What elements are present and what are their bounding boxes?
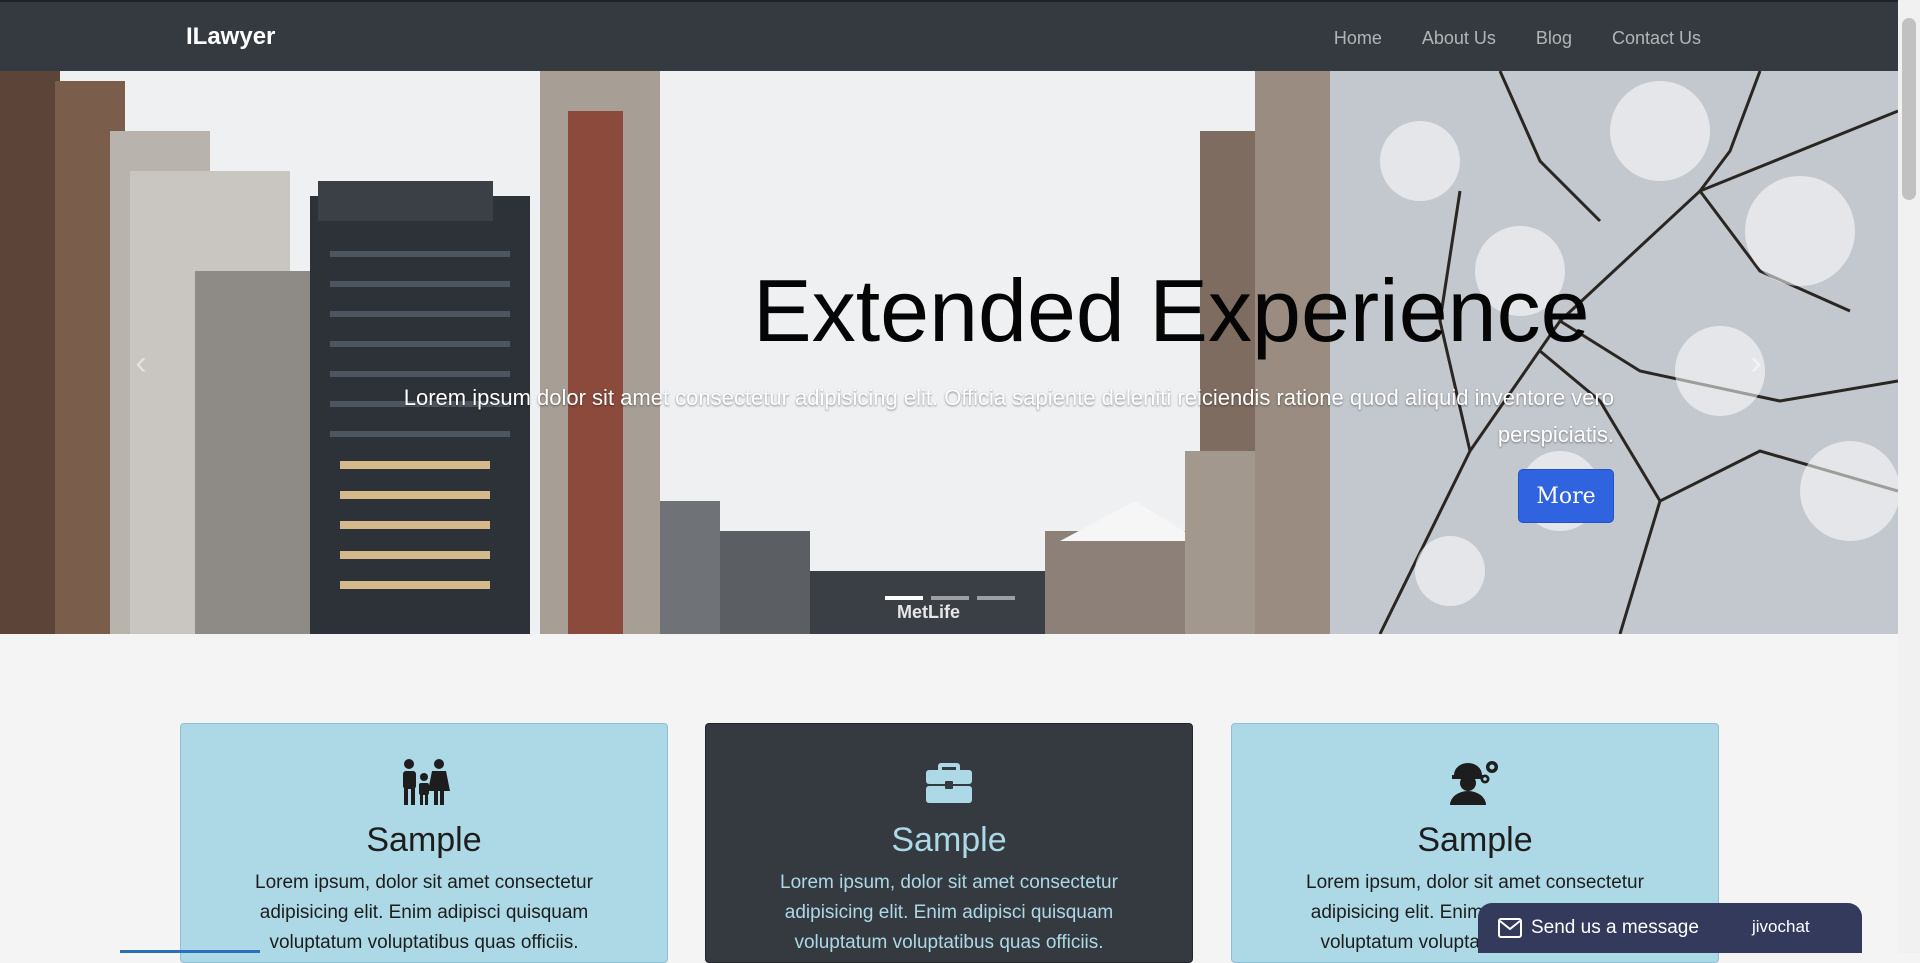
service-card-title: Sample	[1417, 821, 1533, 859]
carousel-indicator-2[interactable]	[931, 596, 969, 600]
carousel-indicators	[885, 596, 1015, 600]
engineer-gears-icon	[1450, 761, 1498, 805]
carousel-indicator-3[interactable]	[977, 596, 1015, 600]
service-card-text: Lorem ipsum, dolor sit amet consectetur …	[255, 872, 593, 953]
service-card-text: Lorem ipsum, dolor sit amet consectetur …	[780, 872, 1118, 953]
nav-link-contact-us[interactable]: Contact Us	[1612, 26, 1701, 50]
chevron-right-icon: ›	[1750, 344, 1762, 382]
navbar: ILawyer Home About Us Blog Contact Us	[0, 0, 1898, 71]
briefcase-icon	[926, 763, 972, 803]
family-icon	[403, 759, 450, 805]
carousel-indicator-1[interactable]	[885, 596, 923, 600]
service-card-title: Sample	[891, 821, 1007, 859]
hero-text: Lorem ipsum dolor sit amet consectetur a…	[403, 385, 1614, 447]
hero-title: Extended Experience	[753, 261, 1590, 360]
chat-widget-brand: jivochat	[1752, 917, 1810, 936]
chevron-left-icon: ‹	[135, 344, 147, 382]
page-scrollbar[interactable]	[1898, 0, 1920, 953]
carousel-prev-button[interactable]: ‹	[121, 343, 161, 383]
carousel-next-button[interactable]: ›	[1736, 343, 1776, 383]
chat-widget-label: Send us a message	[1531, 917, 1699, 938]
service-card-2: Sample Lorem ipsum, dolor sit amet conse…	[705, 723, 1193, 963]
scrollbar-thumb[interactable]	[1902, 18, 1916, 200]
hero-carousel: MetLife Extended Experience Lorem ipsum …	[0, 71, 1898, 634]
nav-link-about-us[interactable]: About Us	[1422, 26, 1496, 50]
envelope-icon	[1498, 918, 1522, 938]
nav-links: Home About Us Blog Contact Us	[1334, 26, 1701, 50]
service-card-title: Sample	[366, 821, 482, 859]
service-card-1: Sample Lorem ipsum, dolor sit amet conse…	[180, 723, 668, 963]
nav-link-home[interactable]: Home	[1334, 26, 1382, 50]
metlife-sign: MetLife	[897, 602, 960, 622]
more-button[interactable]: More	[1518, 469, 1614, 523]
nav-link-blog[interactable]: Blog	[1536, 26, 1572, 50]
brand-logo[interactable]: ILawyer	[186, 22, 275, 52]
chat-widget[interactable]: Send us a message jivochat	[1478, 903, 1862, 953]
